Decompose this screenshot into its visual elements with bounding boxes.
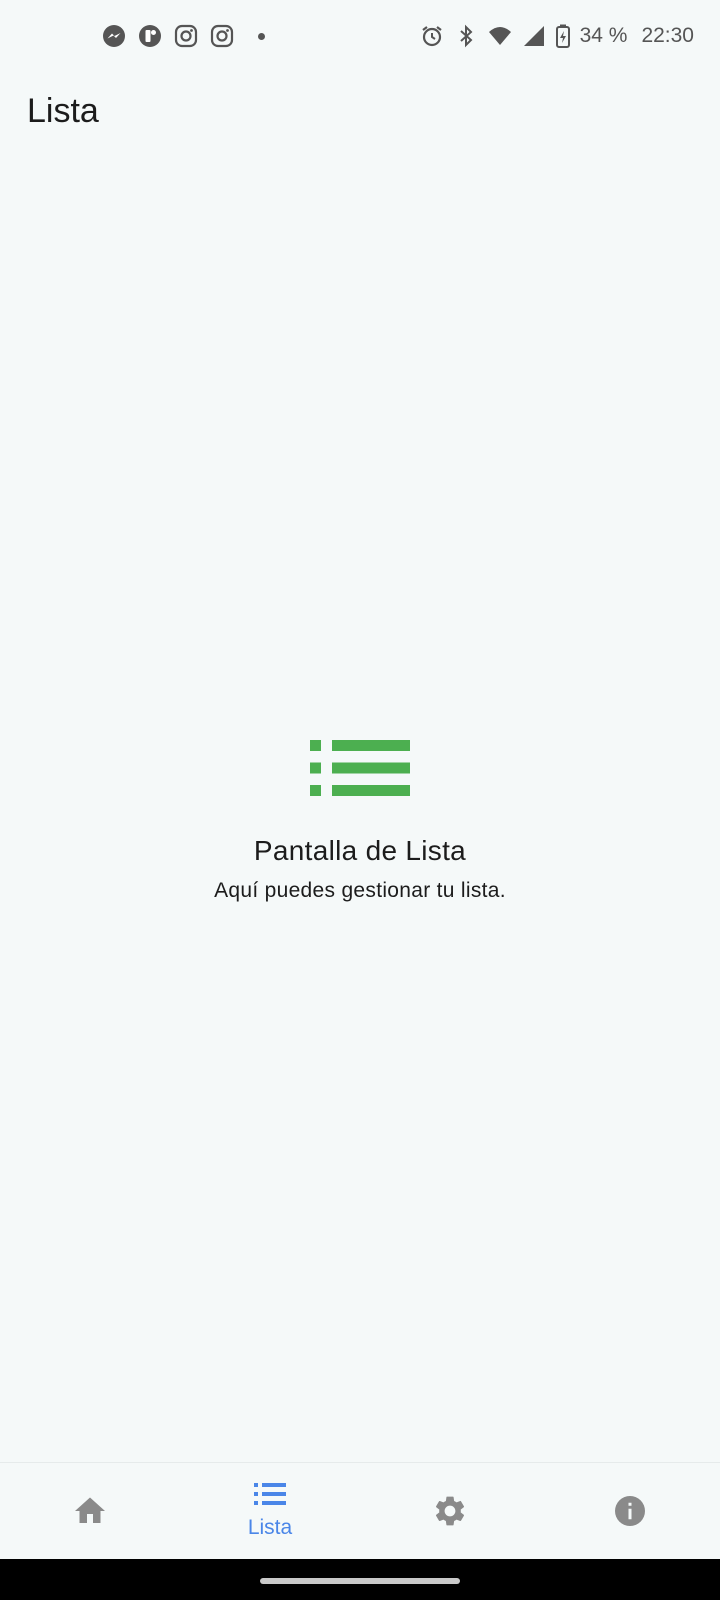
page-title: Lista xyxy=(27,92,99,130)
instagram-icon xyxy=(174,24,198,48)
more-notifications-dot xyxy=(258,32,265,40)
alarm-icon xyxy=(420,24,444,48)
battery-charging-icon xyxy=(555,24,570,48)
nav-item-lista[interactable]: Lista xyxy=(180,1463,360,1559)
status-bar: 34 % 22:30 xyxy=(0,0,720,72)
gear-icon xyxy=(432,1493,468,1529)
bottom-navigation: Lista xyxy=(0,1462,720,1559)
messenger-icon xyxy=(102,24,126,48)
list-icon xyxy=(254,1478,286,1510)
screen-subtitle: Aquí puedes gestionar tu lista. xyxy=(214,879,506,902)
system-navigation-bar xyxy=(0,1559,720,1600)
app-bar: Lista xyxy=(0,72,720,156)
nav-label-lista: Lista xyxy=(247,1516,293,1539)
bluetooth-icon xyxy=(454,24,478,48)
info-icon xyxy=(612,1493,648,1529)
wifi-icon xyxy=(488,24,512,48)
instagram-icon xyxy=(210,24,234,48)
nav-item-settings[interactable] xyxy=(360,1463,540,1559)
notification-icons xyxy=(102,22,265,50)
notification-app-icon xyxy=(138,24,162,48)
nav-item-info[interactable] xyxy=(540,1463,720,1559)
list-icon xyxy=(310,740,410,796)
cell-signal-icon xyxy=(522,24,546,48)
system-icons: 34 % 22:30 xyxy=(420,20,694,52)
home-icon xyxy=(72,1493,108,1529)
gesture-handle[interactable] xyxy=(260,1578,460,1584)
clock: 22:30 xyxy=(641,24,694,47)
nav-item-home[interactable] xyxy=(0,1463,180,1559)
empty-state: Pantalla de Lista Aquí puedes gestionar … xyxy=(0,740,720,903)
screen-heading: Pantalla de Lista xyxy=(253,835,467,866)
battery-percentage: 34 % xyxy=(579,24,628,47)
